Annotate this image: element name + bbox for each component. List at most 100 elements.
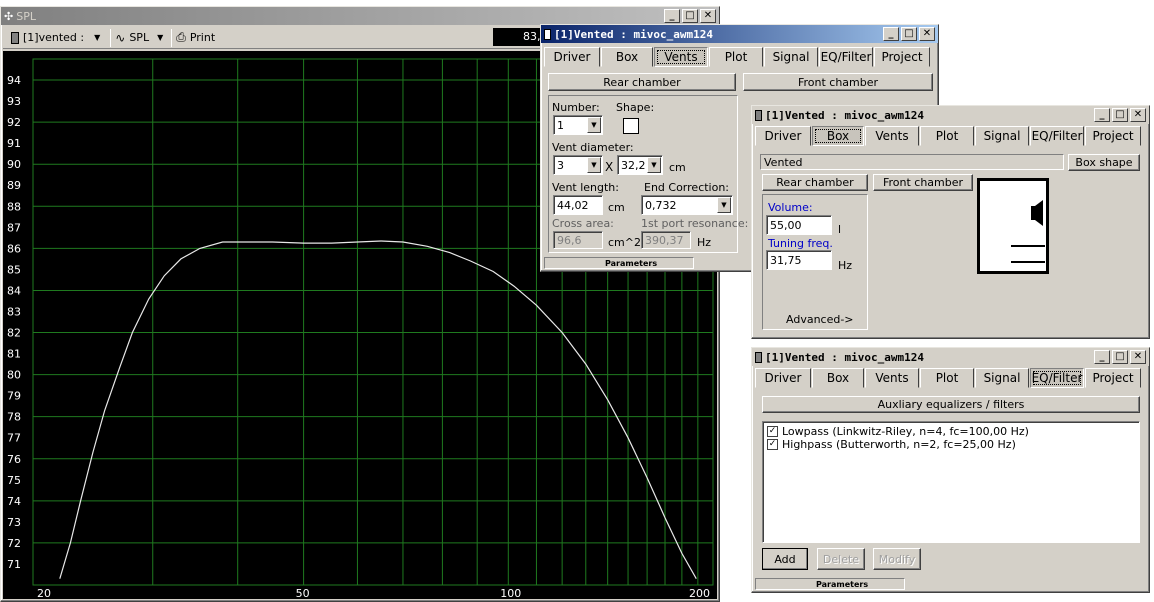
y-tick-label: 89 (7, 179, 21, 192)
tab-plot[interactable]: Plot (709, 47, 763, 67)
number-label: Number: (552, 101, 600, 114)
spl-title: SPL (16, 9, 36, 23)
y-tick-label: 91 (7, 137, 21, 150)
box-type-field[interactable]: Vented (760, 154, 1064, 170)
tab-box[interactable]: Box (812, 126, 864, 146)
tab-project[interactable]: Project (1085, 126, 1141, 146)
list-item[interactable]: ✓ Lowpass (Linkwitz-Riley, n=4, fc=100,0… (767, 425, 1135, 438)
maximize-button[interactable]: □ (682, 9, 698, 23)
tab-vents[interactable]: Vents (654, 47, 708, 67)
view-select[interactable]: SPL (129, 31, 149, 44)
tab-vents[interactable]: Vents (865, 368, 919, 388)
tab-box[interactable]: Box (812, 368, 864, 388)
volume-label: Volume: (768, 201, 813, 214)
eq-title: [1]Vented : mivoc_awm124 (765, 350, 924, 364)
end-correction-select[interactable]: 0,732 ▼ (641, 195, 733, 215)
eq-titlebar[interactable]: [1]Vented : mivoc_awm124 _ □ ✕ (752, 348, 1149, 366)
separator (171, 28, 173, 47)
y-tick-label: 78 (7, 411, 21, 424)
times-label: X (605, 160, 614, 174)
tab-project[interactable]: Project (874, 47, 930, 67)
end-correction-value: 0,732 (645, 198, 677, 212)
maximize-button[interactable]: □ (901, 27, 917, 41)
tab-eq-filter[interactable]: EQ/Filter (1030, 368, 1084, 388)
chevron-down-icon[interactable]: ▼ (157, 33, 163, 42)
volume-field[interactable]: 55,00 (766, 215, 832, 235)
chevron-down-icon[interactable]: ▼ (587, 157, 601, 173)
rear-chamber-button[interactable]: Rear chamber (762, 174, 868, 191)
rear-chamber-button[interactable]: Rear chamber (548, 73, 736, 91)
aux-equalizers-header[interactable]: Auxliary equalizers / filters (762, 396, 1140, 413)
close-button[interactable]: ✕ (700, 9, 716, 23)
y-tick-label: 86 (7, 242, 21, 255)
tab-project[interactable]: Project (1085, 368, 1141, 388)
vent-length-field[interactable]: 44,02 (553, 195, 603, 215)
vent-diameter-select[interactable]: 3 ▼ (553, 155, 603, 175)
minimize-button[interactable]: _ (664, 9, 680, 23)
tuning-field[interactable]: 31,75 (766, 250, 832, 270)
window-icon (755, 109, 762, 121)
box-diagram (977, 178, 1049, 274)
delete-button[interactable]: Delete (817, 548, 865, 570)
box-titlebar[interactable]: [1]Vented : mivoc_awm124 _ □ ✕ (752, 106, 1149, 124)
tab-signal[interactable]: Signal (975, 126, 1029, 146)
print-button[interactable]: Print (190, 31, 215, 44)
front-chamber-button[interactable]: Front chamber (743, 73, 933, 91)
checkbox-highpass[interactable]: ✓ (767, 439, 778, 450)
tab-driver[interactable]: Driver (755, 126, 811, 146)
advanced-link[interactable]: Advanced-> (786, 313, 854, 326)
close-button[interactable]: ✕ (1130, 108, 1146, 122)
checkbox-lowpass[interactable]: ✓ (767, 426, 778, 437)
minimize-button[interactable]: _ (1094, 108, 1110, 122)
tab-eq-filter[interactable]: EQ/Filter (819, 47, 873, 67)
y-tick-label: 88 (7, 200, 21, 213)
chevron-down-icon[interactable]: ▼ (717, 197, 731, 213)
front-chamber-button[interactable]: Front chamber (873, 174, 973, 191)
vent-length-unit: cm (608, 201, 625, 214)
box-tabs: Driver Box Vents Plot Signal EQ/Filter P… (755, 126, 1146, 146)
number-select[interactable]: 1 ▼ (553, 115, 603, 135)
box-shape-button[interactable]: Box shape (1068, 154, 1140, 171)
tab-vents[interactable]: Vents (865, 126, 919, 146)
minimize-button[interactable]: _ (1094, 350, 1110, 364)
chevron-down-icon[interactable]: ▼ (647, 157, 661, 173)
add-button[interactable]: Add (762, 548, 808, 570)
chevron-down-icon[interactable]: ▼ (94, 33, 100, 42)
shape-selector[interactable] (623, 118, 639, 134)
tab-plot[interactable]: Plot (920, 368, 974, 388)
y-tick-label: 77 (7, 432, 21, 445)
vent-diameter-label: Vent diameter: (552, 141, 634, 154)
tuning-unit: Hz (838, 259, 853, 272)
spl-titlebar[interactable]: ✣ SPL _ □ ✕ (1, 7, 719, 25)
y-tick-label: 85 (7, 263, 21, 276)
tab-plot[interactable]: Plot (920, 126, 974, 146)
maximize-button[interactable]: □ (1112, 350, 1128, 364)
tab-eq-filter[interactable]: EQ/Filter (1030, 126, 1084, 146)
vent-size-select[interactable]: 32,2 ▼ (617, 155, 663, 175)
tab-driver[interactable]: Driver (544, 47, 600, 67)
vents-titlebar[interactable]: [1]Vented : mivoc_awm124 _ □ ✕ (541, 25, 938, 43)
close-button[interactable]: ✕ (919, 27, 935, 41)
filter-label-highpass: Highpass (Butterworth, n=2, fc=25,00 Hz) (782, 438, 1016, 451)
filter-list[interactable]: ✓ Lowpass (Linkwitz-Riley, n=4, fc=100,0… (762, 421, 1140, 543)
modify-button[interactable]: Modify (873, 548, 921, 570)
tab-signal[interactable]: Signal (975, 368, 1029, 388)
y-tick-label: 87 (7, 221, 21, 234)
separator (110, 28, 112, 47)
eq-tabs: Driver Box Vents Plot Signal EQ/Filter P… (755, 368, 1146, 388)
source-select[interactable]: [1]vented : (23, 31, 84, 44)
tab-driver[interactable]: Driver (755, 368, 811, 388)
list-item[interactable]: ✓ Highpass (Butterworth, n=2, fc=25,00 H… (767, 438, 1135, 451)
y-tick-label: 74 (7, 495, 21, 508)
tab-box[interactable]: Box (601, 47, 653, 67)
minimize-button[interactable]: _ (883, 27, 899, 41)
x-tick-label: 100 (500, 587, 521, 599)
vents-tabs: Driver Box Vents Plot Signal EQ/Filter P… (544, 47, 935, 67)
close-button[interactable]: ✕ (1130, 350, 1146, 364)
y-tick-label: 73 (7, 516, 21, 529)
chevron-down-icon[interactable]: ▼ (587, 117, 601, 133)
end-correction-label: End Correction: (644, 181, 730, 194)
y-tick-label: 92 (7, 116, 21, 129)
tab-signal[interactable]: Signal (764, 47, 818, 67)
maximize-button[interactable]: □ (1112, 108, 1128, 122)
